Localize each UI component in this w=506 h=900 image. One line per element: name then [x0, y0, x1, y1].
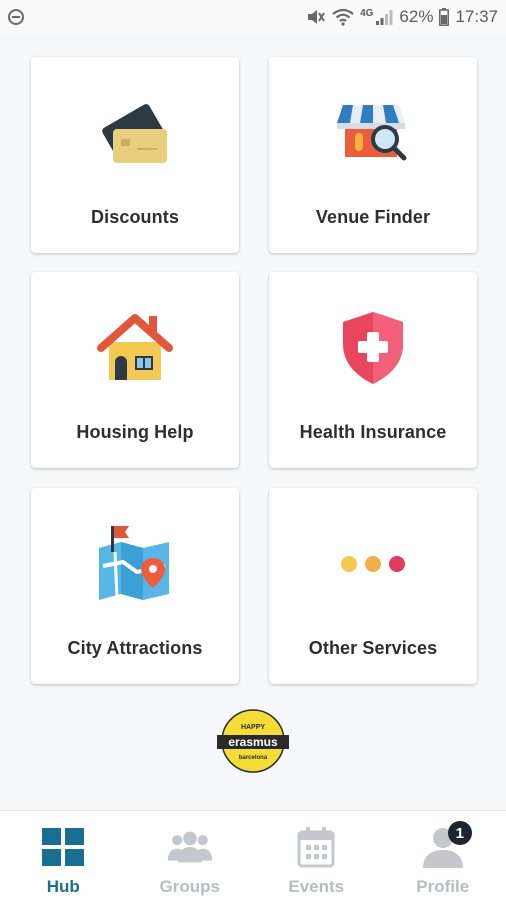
nav-item-groups[interactable]: Groups	[127, 811, 254, 900]
signal-icon	[375, 8, 393, 26]
nav-label: Groups	[159, 877, 220, 896]
credit-cards-icon	[93, 91, 177, 175]
logo-main-text: erasmus	[228, 735, 278, 749]
bottom-navigation: Hub Groups Events 1 Profile	[0, 810, 506, 900]
battery-percent: 62%	[399, 7, 434, 26]
card-label: City Attractions	[67, 638, 203, 658]
network-label: 4G	[360, 7, 374, 19]
mute-icon	[306, 8, 326, 26]
map-pin-icon	[93, 522, 177, 606]
nav-item-hub[interactable]: Hub	[0, 811, 127, 900]
nav-label: Profile	[416, 877, 470, 896]
discounts-card[interactable]: Discounts	[31, 57, 239, 253]
status-left	[8, 9, 24, 25]
store-search-icon	[331, 91, 415, 175]
nav-label: Hub	[46, 877, 80, 896]
groups-icon	[167, 825, 213, 869]
card-label: Discounts	[91, 207, 179, 227]
card-label: Housing Help	[76, 422, 194, 442]
status-bar: 4G 62% 17:37	[0, 0, 506, 34]
person-icon: 1	[420, 821, 472, 869]
nav-item-profile[interactable]: 1 Profile	[380, 811, 506, 900]
battery-icon	[439, 8, 450, 26]
card-label: Venue Finder	[315, 207, 431, 227]
logo-top-text: HAPPY	[241, 724, 265, 731]
shield-cross-icon	[331, 306, 415, 390]
calendar-icon	[293, 825, 339, 869]
nav-item-events[interactable]: Events	[253, 811, 380, 900]
house-icon	[93, 306, 177, 390]
housing-help-card[interactable]: Housing Help	[31, 272, 239, 468]
other-services-card[interactable]: Other Services	[269, 488, 477, 684]
clock: 17:37	[455, 7, 498, 26]
health-insurance-card[interactable]: Health Insurance	[269, 272, 477, 468]
logo-bottom-text: barcelona	[239, 755, 268, 761]
nav-label: Events	[288, 877, 345, 896]
status-right: 4G 62% 17:37	[306, 7, 498, 27]
venue-finder-card[interactable]: Venue Finder	[269, 57, 477, 253]
card-label: Other Services	[308, 638, 438, 658]
do-not-disturb-icon	[8, 9, 24, 25]
wifi-icon	[332, 8, 354, 26]
happy-erasmus-logo: HAPPY erasmus barcelona	[215, 709, 291, 773]
card-label: Health Insurance	[299, 422, 447, 442]
grid-icon	[40, 825, 86, 869]
city-attractions-card[interactable]: City Attractions	[31, 488, 239, 684]
notification-badge: 1	[447, 821, 472, 845]
three-dots-icon	[331, 522, 415, 606]
